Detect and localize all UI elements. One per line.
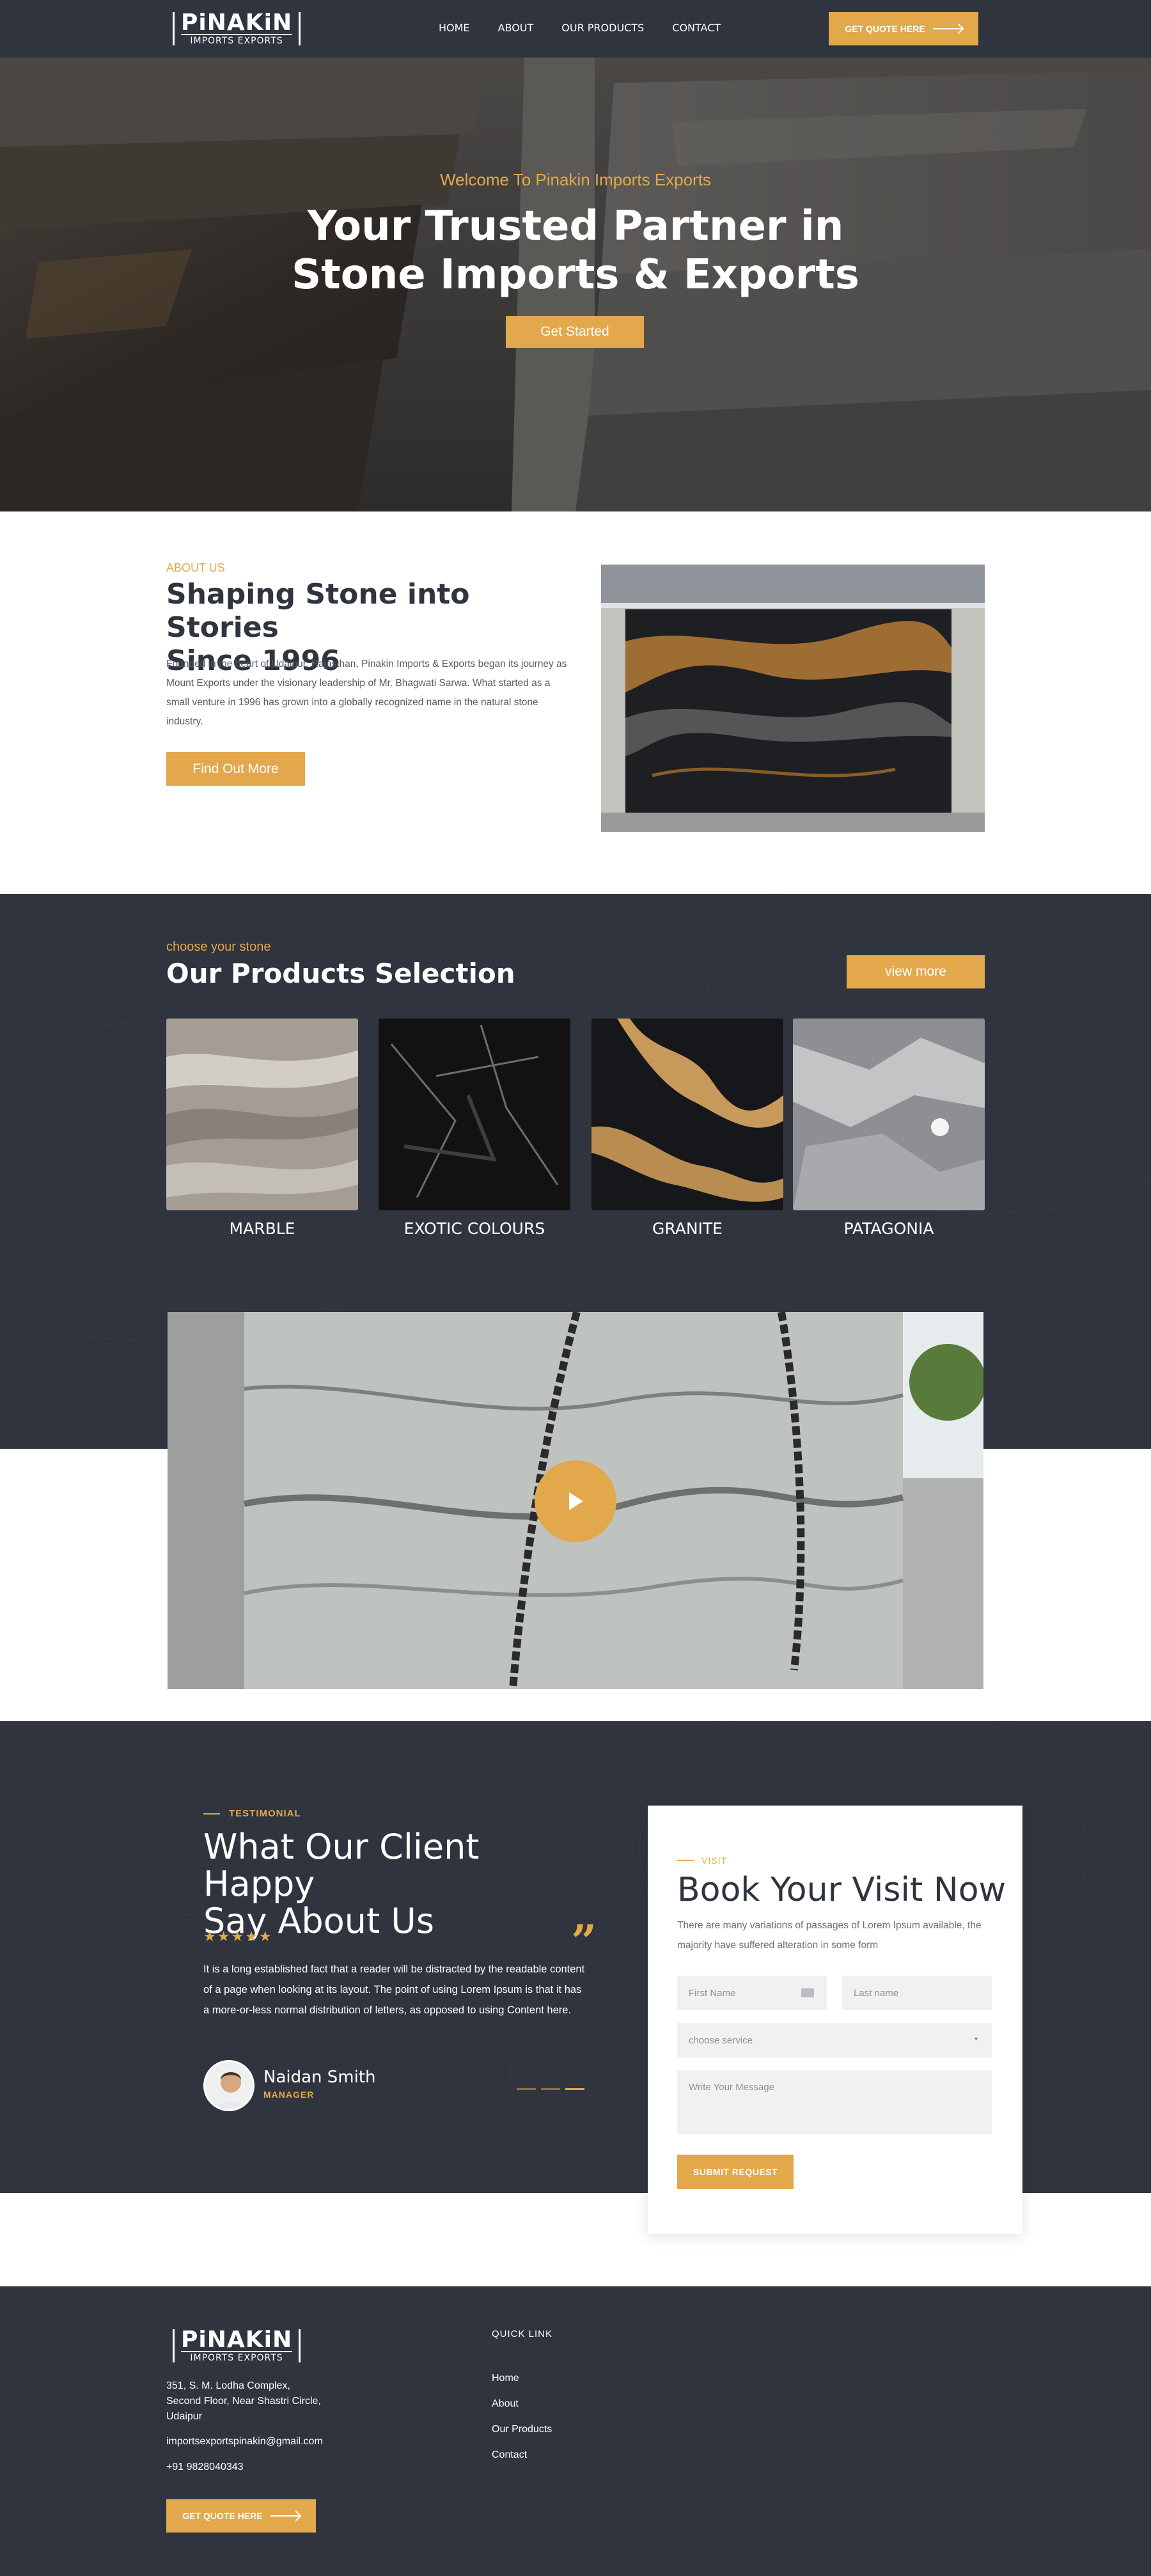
message-textarea[interactable]: Write Your Message [677, 2070, 992, 2134]
arrow-right-icon [270, 2515, 300, 2517]
logo-sub: IMPORTS EXPORTS [181, 2350, 293, 2363]
client-name: Naidan Smith [263, 2068, 376, 2087]
footer-address: 351, S. M. Lodha Complex, Second Floor, … [166, 2378, 377, 2424]
message-placeholder: Write Your Message [689, 2082, 774, 2093]
products-title: Our Products Selection [166, 958, 515, 989]
patagonia-image [793, 1019, 985, 1210]
testimonial-title-line1: What Our Client Happy [203, 1827, 480, 1904]
hero-title-line2: Stone Imports & Exports [292, 251, 859, 299]
product-name: MARBLE [229, 1219, 295, 1238]
last-name-field[interactable]: Last name [842, 1976, 992, 2010]
view-more-button[interactable]: view more [847, 955, 985, 988]
carousel-dot[interactable] [517, 2088, 536, 2090]
site-logo[interactable]: PiNAKiN IMPORTS EXPORTS [173, 9, 301, 46]
star-rating-icon: ★★★★★ [203, 1928, 273, 1944]
address-line: 351, S. M. Lodha Complex, [166, 2380, 290, 2391]
get-quote-button[interactable]: GET QUOTE HERE [829, 12, 978, 45]
hero-section: Welcome To Pinakin Imports Exports Your … [0, 58, 1151, 511]
get-quote-label: GET QUOTE HERE [182, 2511, 263, 2521]
service-select[interactable]: choose service ▾ [677, 2023, 992, 2057]
products-label: choose your stone [166, 940, 271, 954]
footer-link-about[interactable]: About [492, 2398, 519, 2410]
label-line [203, 1813, 220, 1815]
visit-label-text: VISIT [701, 1855, 728, 1866]
visit-title: Book Your Visit Now [677, 1871, 1006, 1909]
logo-text: PiNAKiN IMPORTS EXPORTS [175, 2326, 299, 2363]
quote-icon: ” [571, 1915, 597, 1968]
nav-products[interactable]: OUR PRODUCTS [561, 22, 644, 34]
logo-bar-right [299, 12, 301, 45]
arrow-right-icon [932, 28, 962, 29]
footer-get-quote-button[interactable]: GET QUOTE HERE [166, 2499, 316, 2533]
find-out-more-button[interactable]: Find Out More [166, 752, 305, 786]
footer-email-link[interactable]: importsexportspinakin@gmail.com [166, 2436, 323, 2447]
site-footer: PiNAKiN IMPORTS EXPORTS 351, S. M. Lodha… [0, 2286, 1151, 2576]
marble-image [166, 1019, 358, 1210]
site-header: PiNAKiN IMPORTS EXPORTS HOME ABOUT OUR P… [0, 0, 1151, 58]
testimonial-label-text: TESTIMONIAL [229, 1808, 301, 1819]
footer-phone-link[interactable]: +91 9828040343 [166, 2462, 244, 2473]
logo-main: PiNAKiN [181, 9, 293, 36]
nav-contact[interactable]: CONTACT [672, 22, 721, 34]
avatar [203, 2060, 254, 2111]
product-name: GRANITE [652, 1219, 723, 1238]
first-name-field[interactable]: First Name [677, 1976, 827, 2010]
hero-title-line1: Your Trusted Partner in [307, 203, 844, 250]
testimonial-label: TESTIMONIAL [203, 1808, 301, 1819]
carousel-dots [517, 2088, 584, 2090]
product-name: EXOTIC COLOURS [403, 1219, 545, 1238]
visit-description: There are many variations of passages of… [677, 1920, 982, 1951]
label-line [677, 1860, 694, 1861]
bg-vein [0, 1913, 512, 2193]
logo-text: PiNAKiN IMPORTS EXPORTS [175, 9, 299, 46]
about-stone-image [601, 565, 985, 832]
hero-title: Your Trusted Partner in Stone Imports & … [0, 202, 1151, 299]
service-placeholder: choose service [689, 2034, 753, 2046]
hero-welcome-text: Welcome To Pinakin Imports Exports [440, 170, 711, 189]
product-card-marble[interactable]: MARBLE [166, 1019, 358, 1238]
product-card-granite[interactable]: GRANITE [591, 1019, 783, 1238]
main-nav: HOME ABOUT OUR PRODUCTS CONTACT [439, 22, 749, 34]
nav-home[interactable]: HOME [439, 22, 470, 34]
last-name-placeholder: Last name [854, 1987, 899, 1999]
carousel-dot-active[interactable] [565, 2088, 584, 2090]
client-role: MANAGER [263, 2089, 315, 2100]
footer-link-contact[interactable]: Contact [492, 2449, 527, 2461]
get-quote-label: GET QUOTE HERE [845, 24, 925, 34]
testimonial-text: It is a long established fact that a rea… [203, 1963, 585, 2016]
footer-link-home[interactable]: Home [492, 2373, 519, 2384]
address-line: Udaipur [166, 2411, 203, 2422]
visit-label: VISIT [677, 1855, 727, 1866]
granite-image [591, 1019, 783, 1210]
play-icon[interactable] [535, 1460, 616, 1542]
quick-link-title: QUICK LINK [492, 2329, 553, 2339]
footer-link-products[interactable]: Our Products [492, 2424, 552, 2435]
product-card-exotic[interactable]: EXOTIC COLOURS [379, 1019, 570, 1238]
testimonial-title: What Our Client Happy Say About Us [203, 1829, 600, 1940]
footer-logo[interactable]: PiNAKiN IMPORTS EXPORTS [173, 2326, 301, 2363]
first-name-placeholder: First Name [689, 1987, 736, 1999]
submit-request-button[interactable]: SUBMIT REQUEST [677, 2155, 794, 2189]
video-player[interactable] [168, 1312, 983, 1689]
autofill-icon [801, 1988, 814, 1997]
address-line: Second Floor, Near Shastri Circle, [166, 2396, 321, 2407]
about-description: Founded in the heart of Udaipur, Rajasth… [166, 659, 567, 727]
exotic-colours-image [379, 1019, 570, 1210]
logo-sub: IMPORTS EXPORTS [181, 33, 293, 46]
chevron-down-icon: ▾ [974, 2036, 978, 2043]
about-title-line1: Shaping Stone into Stories [166, 578, 470, 644]
logo-bar-right [299, 2329, 301, 2362]
product-name: PATAGONIA [843, 1219, 934, 1238]
logo-main: PiNAKiN [181, 2326, 293, 2353]
about-label: ABOUT US [166, 561, 225, 574]
carousel-dot[interactable] [541, 2088, 560, 2090]
visit-form-card: VISIT Book Your Visit Now There are many… [648, 1806, 1022, 2234]
product-card-patagonia[interactable]: PATAGONIA [793, 1019, 985, 1238]
nav-about[interactable]: ABOUT [498, 22, 534, 34]
get-started-button[interactable]: Get Started [506, 316, 644, 348]
